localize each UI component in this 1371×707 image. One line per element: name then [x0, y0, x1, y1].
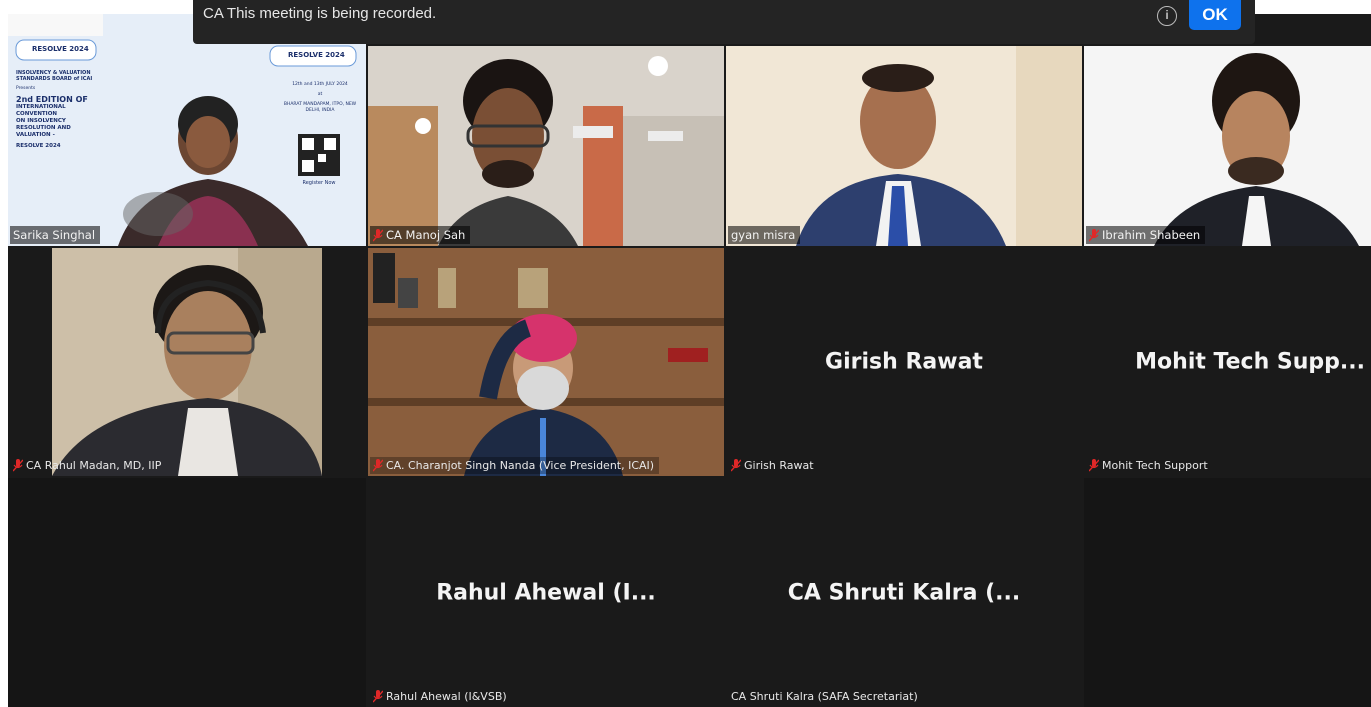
slide-content: RESOLVE 2024 INSOLVENCY & VALUATION STAN… — [16, 40, 116, 150]
name-tag: CA Manoj Sah — [370, 226, 471, 244]
participant-name: gyan misra — [731, 228, 796, 242]
muted-mic-icon — [373, 459, 383, 472]
avatar-tile-mohit-tech-support[interactable]: Mohit Tech Supp... Mohit Tech Support — [1084, 248, 1371, 476]
slide-presents: Presents — [16, 86, 36, 91]
muted-mic-icon — [373, 228, 383, 241]
participant-name: Rahul Ahewal (I&VSB) — [386, 690, 507, 703]
video-tile-gyan-misra[interactable]: gyan misra — [726, 46, 1082, 246]
participant-name: Girish Rawat — [744, 459, 814, 472]
muted-mic-icon — [731, 459, 741, 472]
muted-mic-icon — [13, 459, 23, 472]
participant-name: CA Rahul Madan, MD, IIP — [26, 459, 162, 472]
video-frame — [726, 46, 1082, 246]
slide-line-3: ON INSOLVENCY — [16, 118, 66, 124]
slide-logo-left: RESOLVE 2024 — [32, 45, 89, 53]
participant-name: Mohit Tech Support — [1102, 459, 1208, 472]
video-frame — [368, 46, 724, 246]
video-tile-ibrahim-shabeen[interactable]: Ibrahim Shabeen — [1084, 46, 1371, 246]
name-tag: Ibrahim Shabeen — [1086, 226, 1206, 244]
video-tile-ca-charanjot-singh-nanda[interactable]: CA. Charanjot Singh Nanda (Vice Presiden… — [368, 248, 724, 476]
slide-line-4: RESOLUTION AND — [16, 125, 71, 131]
empty-tile — [8, 478, 366, 707]
recording-notification-text: CA This meeting is being recorded. — [203, 4, 437, 22]
slide-line-6: RESOLVE 2024 — [16, 143, 61, 149]
video-frame — [8, 248, 366, 476]
name-tag: CA. Charanjot Singh Nanda (Vice Presiden… — [370, 457, 660, 474]
avatar-tile-ca-shruti-kalra[interactable]: CA Shruti Kalra (... CA Shruti Kalra (SA… — [726, 478, 1082, 707]
participant-display-name: CA Shruti Kalra (... — [787, 580, 1021, 605]
name-tag: CA Rahul Madan, MD, IIP — [10, 457, 166, 474]
video-tile-ca-manoj-sah[interactable]: CA Manoj Sah — [368, 46, 724, 246]
muted-mic-icon — [1089, 228, 1099, 241]
name-tag: Rahul Ahewal (I&VSB) — [370, 688, 512, 705]
slide-org: INSOLVENCY & VALUATION STANDARDS BOARD o… — [16, 70, 93, 82]
name-tag: gyan misra — [728, 226, 801, 244]
participant-name: Ibrahim Shabeen — [1102, 228, 1201, 242]
slide-edition: 2nd EDITION OF — [16, 95, 88, 104]
participant-display-name: Rahul Ahewal (I... — [436, 580, 656, 605]
empty-tile — [1084, 478, 1371, 707]
info-icon[interactable]: i — [1157, 6, 1177, 26]
slide-line-1: INTERNATIONAL — [16, 104, 66, 110]
slide-venue: BHARAT MANDAPAM, ITPO, NEW DELHI, INDIA — [283, 102, 357, 113]
participant-name: CA Shruti Kalra (SAFA Secretariat) — [731, 690, 918, 703]
gallery-grid: RESOLVE 2024 INSOLVENCY & VALUATION STAN… — [8, 14, 1371, 707]
name-tag: Mohit Tech Support — [1086, 457, 1213, 474]
slide-line-2: CONVENTION — [16, 111, 58, 117]
participant-name: CA Manoj Sah — [386, 228, 466, 242]
video-frame — [1084, 46, 1371, 246]
recording-notification-bar: CA This meeting is being recorded. i OK — [193, 0, 1255, 44]
slide-date: 12th and 13th JULY 2024 — [292, 82, 348, 87]
slide-at: at — [317, 92, 323, 97]
name-tag: Sarika Singhal — [10, 226, 101, 244]
participant-display-name: Mohit Tech Supp... — [1135, 349, 1365, 375]
slide-register: Register Now — [302, 180, 336, 186]
slide-logo-right: RESOLVE 2024 — [288, 51, 345, 59]
slide-line-5: VALUATION - — [16, 132, 55, 138]
name-tag: Girish Rawat — [728, 457, 819, 474]
avatar-tile-girish-rawat[interactable]: Girish Rawat Girish Rawat — [726, 248, 1082, 476]
muted-mic-icon — [373, 690, 383, 703]
video-tile-sarika-singhal[interactable]: RESOLVE 2024 INSOLVENCY & VALUATION STAN… — [8, 14, 366, 246]
video-tile-ca-rahul-madan[interactable]: CA Rahul Madan, MD, IIP — [8, 248, 366, 476]
participant-name: Sarika Singhal — [13, 228, 96, 242]
muted-mic-icon — [1089, 459, 1099, 472]
video-frame — [368, 248, 724, 476]
participant-display-name: Girish Rawat — [825, 349, 983, 375]
ok-button[interactable]: OK — [1189, 0, 1241, 30]
participant-name: CA. Charanjot Singh Nanda (Vice Presiden… — [386, 459, 655, 472]
avatar-tile-rahul-ahewal[interactable]: Rahul Ahewal (I... Rahul Ahewal (I&VSB) — [368, 478, 724, 707]
name-tag: CA Shruti Kalra (SAFA Secretariat) — [728, 688, 923, 705]
